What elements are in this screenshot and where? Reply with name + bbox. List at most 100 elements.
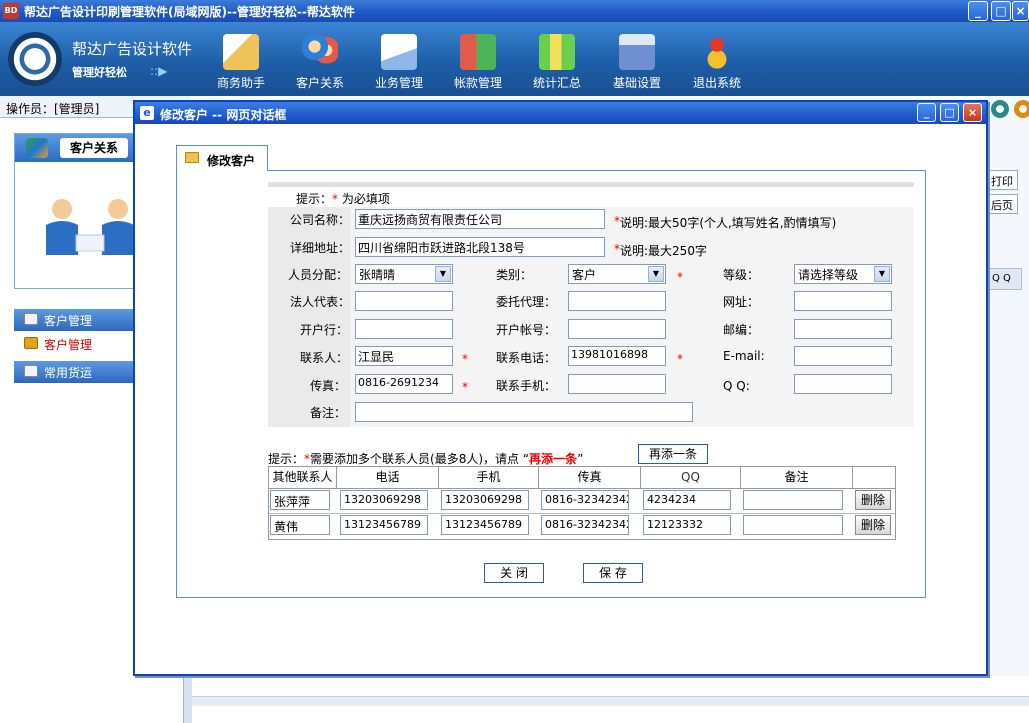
table-header: QQ <box>641 467 741 489</box>
mobile-label: 联系手机： <box>496 379 557 393</box>
toolbar-business-assistant[interactable]: 商务助手 <box>204 28 278 94</box>
print-button[interactable]: 打印 <box>986 170 1018 190</box>
company-input[interactable]: 重庆远扬商贸有限责任公司 <box>355 209 605 229</box>
help-icon[interactable] <box>991 100 1009 118</box>
main-toolbar: 帮达广告设计软件 管理好轻松 ::▶ 商务助手 客户关系 业务管理 帐款管理 统… <box>0 22 1029 96</box>
table-header: 传真 <box>539 467 641 489</box>
contact-remark-input[interactable] <box>743 515 843 535</box>
contact-phone-input[interactable]: 13203069298 <box>340 490 428 510</box>
logo-gear-icon <box>8 32 62 86</box>
required-star: * <box>677 352 683 366</box>
remark-label: 备注： <box>310 406 347 420</box>
company-note: 说明:最大50字(个人,填写姓名,酌情填写) <box>620 216 837 230</box>
save-button[interactable]: 保 存 <box>583 563 643 583</box>
sidebar-item-common-freight[interactable]: 常用货运 <box>14 361 134 383</box>
account-label: 开户帐号： <box>496 323 557 337</box>
dialog-maximize-button[interactable]: □ <box>940 103 959 122</box>
required-star: * <box>462 352 468 366</box>
add-contact-button[interactable]: 再添一条 <box>638 444 708 464</box>
account-input[interactable] <box>568 319 666 339</box>
mobile-input[interactable] <box>568 374 666 394</box>
qq-label: Q Q: <box>723 379 750 393</box>
minimize-button[interactable]: _ <box>968 1 988 21</box>
bank-input[interactable] <box>355 319 453 339</box>
logo-arrow-icon: ::▶ <box>150 64 168 78</box>
contacts-hint: 提示：*需要添加多个联系人员(最多8人)，请点 “再添一条” <box>268 452 584 466</box>
contact-label: 联系人： <box>300 351 349 365</box>
level-label: 等级： <box>723 268 760 282</box>
folder-icon <box>185 152 199 163</box>
agent-input[interactable] <box>568 291 666 311</box>
dialog-close-button[interactable]: × <box>963 103 982 122</box>
legal-label: 法人代表： <box>290 295 351 309</box>
contact-phone-input[interactable]: 13123456789 <box>340 515 428 535</box>
email-input[interactable] <box>794 346 892 366</box>
contact-name-input[interactable]: 黄伟 <box>270 515 330 535</box>
table-header: 其他联系人 <box>269 467 337 489</box>
toolbar-customer-relations[interactable]: 客户关系 <box>283 28 357 94</box>
chevron-down-icon: ▼ <box>648 266 664 282</box>
contact-mobile-input[interactable]: 13203069298 <box>441 490 529 510</box>
app-title: 帮达广告设计印刷管理软件(局域网版)--管理好轻松--帮达软件 <box>24 5 355 19</box>
dialog-minimize-button[interactable]: _ <box>917 103 936 122</box>
toolbar-accounts-management[interactable]: 帐款管理 <box>441 28 515 94</box>
calculator-icon <box>619 34 655 70</box>
contact-name-input[interactable]: 张萍萍 <box>270 490 330 510</box>
exit-figure-icon <box>699 34 735 70</box>
notepad-pen-icon <box>223 34 259 70</box>
contact-input[interactable]: 江显民 <box>355 346 453 366</box>
contact-mobile-input[interactable]: 13123456789 <box>441 515 529 535</box>
toolbar-business-management[interactable]: 业务管理 <box>362 28 436 94</box>
remark-input[interactable] <box>355 402 693 422</box>
close-dialog-button[interactable]: 关 闭 <box>484 563 544 583</box>
cube-icon <box>24 337 38 349</box>
logo-slogan: 管理好轻松 <box>72 66 127 79</box>
close-button[interactable]: × <box>1012 1 1029 21</box>
sidebar-item-customer-management[interactable]: 客户管理 <box>14 309 134 331</box>
legal-input[interactable] <box>355 291 453 311</box>
maximize-button[interactable]: □ <box>991 1 1011 21</box>
assign-select[interactable]: 张晴晴 ▼ <box>355 264 453 284</box>
fax-label: 传真： <box>310 379 347 393</box>
phone-input[interactable]: 13981016898 <box>568 346 666 366</box>
fax-input[interactable]: 0816-2691234 <box>355 374 453 394</box>
email-label: E-mail: <box>723 349 765 363</box>
contact-qq-input[interactable]: 12123332 <box>643 515 731 535</box>
required-star: * <box>677 270 683 284</box>
people-icon <box>302 34 338 70</box>
qq-column-header: Q Q <box>988 268 1022 290</box>
table-header <box>853 467 895 489</box>
phone-label: 联系电话： <box>496 351 557 365</box>
form-top-bar <box>268 182 914 187</box>
zip-label: 邮编： <box>723 323 760 337</box>
zip-input[interactable] <box>794 319 892 339</box>
contact-fax-input[interactable]: 0816-32342342 <box>541 515 629 535</box>
sidebar-item-customer-management-active[interactable]: 客户管理 <box>14 333 134 355</box>
level-select[interactable]: 请选择等级 ▼ <box>794 264 892 284</box>
delete-button[interactable]: 删除 <box>855 490 891 510</box>
type-select[interactable]: 客户 ▼ <box>568 264 666 284</box>
contact-remark-input[interactable] <box>743 490 843 510</box>
document-edit-icon <box>381 34 417 70</box>
assign-label: 人员分配： <box>288 268 349 282</box>
contact-qq-input[interactable]: 4234234 <box>643 490 731 510</box>
contact-fax-input[interactable]: 0816-32342342 <box>541 490 629 510</box>
info-icon[interactable] <box>1014 100 1029 118</box>
chevron-down-icon: ▼ <box>874 266 890 282</box>
app-titlebar: BD 帮达广告设计印刷管理软件(局域网版)--管理好轻松--帮达软件 _ □ × <box>0 0 1029 22</box>
toolbar-statistics[interactable]: 统计汇总 <box>520 28 594 94</box>
last-page-button[interactable]: 后页 <box>986 194 1018 214</box>
qq-input[interactable] <box>794 374 892 394</box>
horizontal-scrollbar[interactable] <box>192 696 1029 706</box>
agent-label: 委托代理： <box>496 295 557 309</box>
browser-icon: e <box>140 106 154 120</box>
toolbar-exit-system[interactable]: 退出系统 <box>680 28 754 94</box>
table-header: 电话 <box>337 467 439 489</box>
app-icon: BD <box>3 3 19 19</box>
website-input[interactable] <box>794 291 892 311</box>
notepad-icon <box>24 365 38 377</box>
delete-button[interactable]: 删除 <box>855 515 891 535</box>
address-input[interactable]: 四川省绵阳市跃进路北段138号 <box>355 237 605 257</box>
customer-relations-title: 客户关系 <box>60 138 128 158</box>
toolbar-basic-settings[interactable]: 基础设置 <box>600 28 674 94</box>
